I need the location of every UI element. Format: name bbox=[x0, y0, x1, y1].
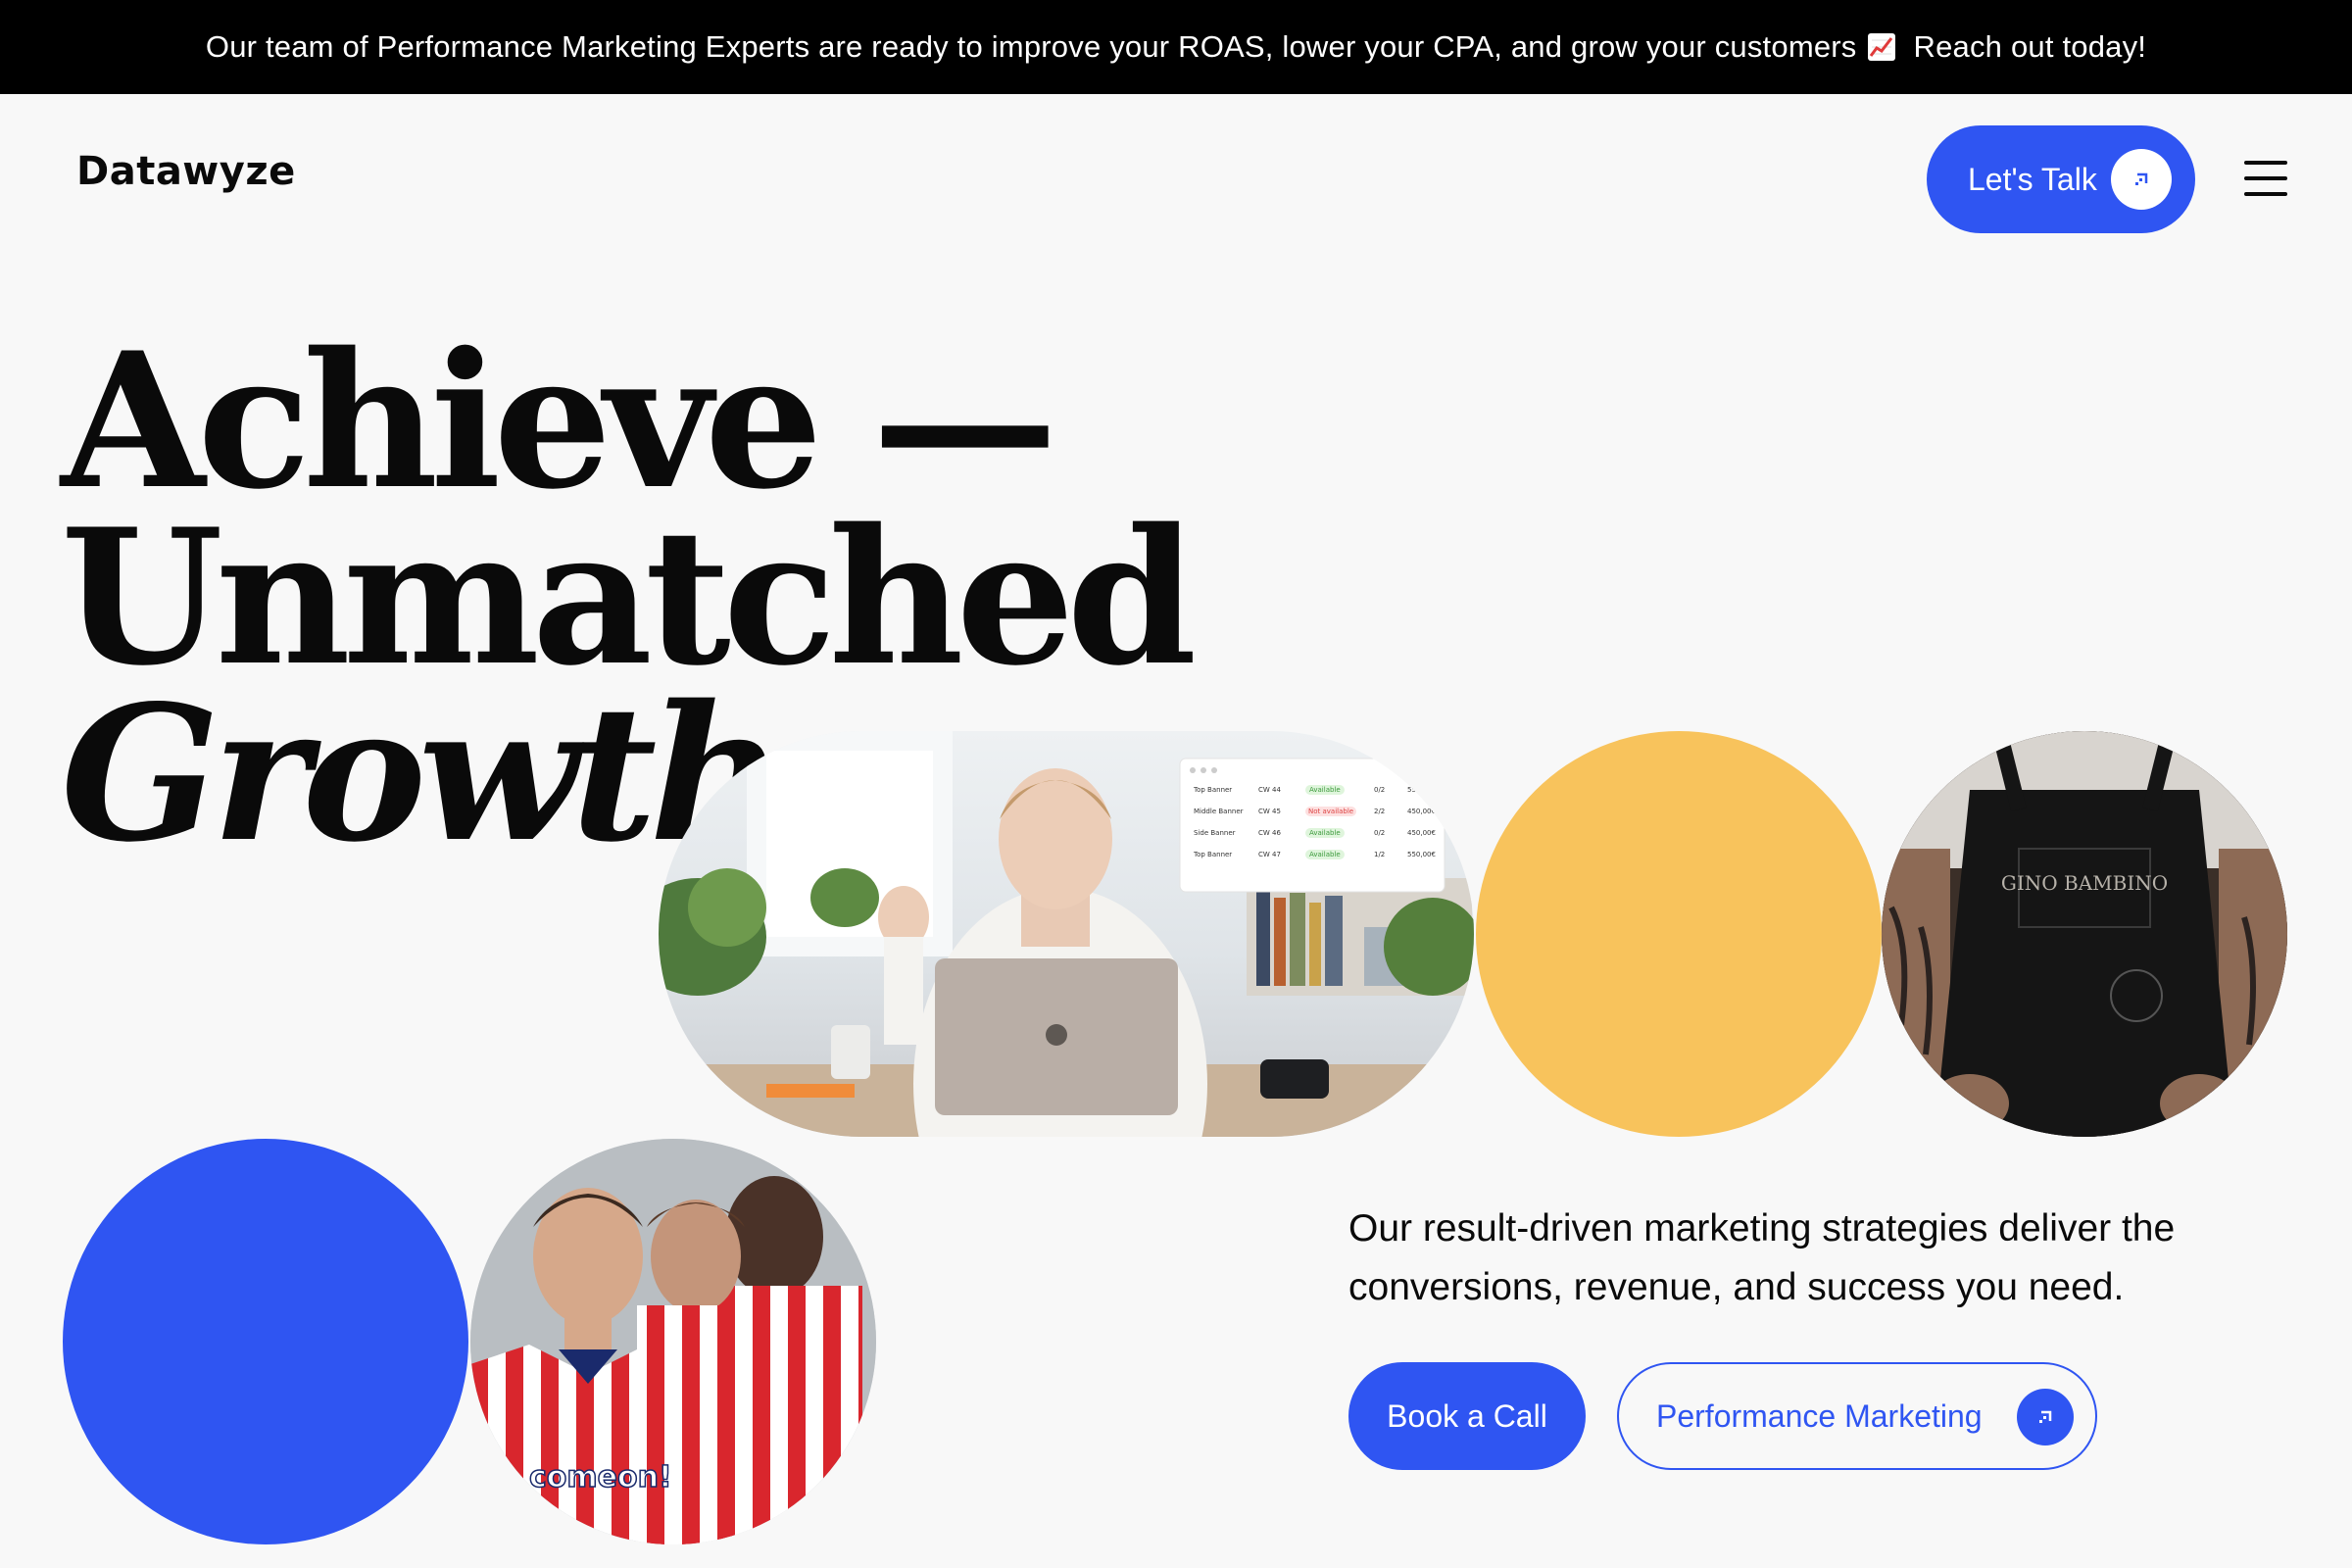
hamburger-menu-icon[interactable] bbox=[2244, 161, 2287, 196]
dashboard-row-2-count: 2/2 bbox=[1374, 808, 1385, 815]
dashboard-row-3-week: CW 46 bbox=[1258, 829, 1281, 837]
dashboard-row-4-price: 550,00€ bbox=[1407, 851, 1436, 858]
hero-tagline: Our result-driven marketing strategies d… bbox=[1348, 1207, 2176, 1308]
blue-circle bbox=[63, 1139, 468, 1544]
apron-brand-text: GINO BAMBINO bbox=[2001, 871, 2168, 895]
dashboard-row-4-week: CW 47 bbox=[1258, 851, 1281, 858]
book-a-call-button[interactable]: Book a Call bbox=[1348, 1362, 1586, 1470]
hero-line-1: Achieve — bbox=[61, 312, 1058, 530]
dashboard-row-2-price: 450,00€ bbox=[1407, 808, 1436, 815]
football-players-photo: comeon! bbox=[470, 1139, 876, 1544]
dashboard-row-1-name: Top Banner bbox=[1193, 786, 1232, 794]
dashboard-row-1-count: 0/2 bbox=[1374, 786, 1385, 794]
logo[interactable]: Datawyze bbox=[76, 149, 296, 194]
hero-line-2: Unmatched bbox=[61, 488, 1197, 707]
page: Our team of Performance Marketing Expert… bbox=[0, 0, 2352, 1568]
woman-working-on-laptop-photo: Top Banner CW 44 Available 0/2 55.. Midd… bbox=[659, 731, 1474, 1137]
arrow-up-right-icon bbox=[2111, 149, 2172, 210]
dashboard-row-1-price: 55.. bbox=[1407, 786, 1420, 794]
shirt-sponsor-text: comeon! bbox=[529, 1460, 672, 1494]
dashboard-row-2-name: Middle Banner bbox=[1194, 808, 1244, 815]
dashboard-row-2-week: CW 45 bbox=[1258, 808, 1281, 815]
performance-marketing-label: Performance Marketing bbox=[1656, 1397, 1983, 1434]
dashboard-row-4-status: Available bbox=[1309, 851, 1341, 858]
reach-out-link[interactable]: Reach out today! bbox=[1914, 29, 2147, 65]
dashboard-row-4-count: 1/2 bbox=[1374, 851, 1385, 858]
announcement-bar: Our team of Performance Marketing Expert… bbox=[0, 0, 2352, 94]
dashboard-row-3-name: Side Banner bbox=[1194, 829, 1236, 837]
dashboard-row-3-price: 450,00€ bbox=[1407, 829, 1436, 837]
dashboard-row-3-status: Available bbox=[1309, 829, 1341, 837]
lets-talk-label: Let's Talk bbox=[1968, 161, 2097, 197]
dashboard-row-4-name: Top Banner bbox=[1193, 851, 1232, 858]
yellow-circle bbox=[1476, 731, 1882, 1137]
announcement-text: Our team of Performance Marketing Expert… bbox=[205, 29, 1857, 64]
chef-apron-photo: GINO BAMBINO bbox=[1882, 731, 2287, 1137]
performance-marketing-button[interactable]: Performance Marketing bbox=[1617, 1362, 2097, 1470]
dashboard-row-3-count: 0/2 bbox=[1374, 829, 1385, 837]
dashboard-row-2-status: Not available bbox=[1308, 808, 1353, 815]
arrow-up-right-icon bbox=[2017, 1389, 2074, 1446]
dashboard-row-1-week: CW 44 bbox=[1258, 786, 1281, 794]
dashboard-row-1-status: Available bbox=[1309, 786, 1341, 794]
lets-talk-button[interactable]: Let's Talk bbox=[1927, 125, 2195, 233]
chart-increasing-icon bbox=[1867, 32, 1896, 62]
